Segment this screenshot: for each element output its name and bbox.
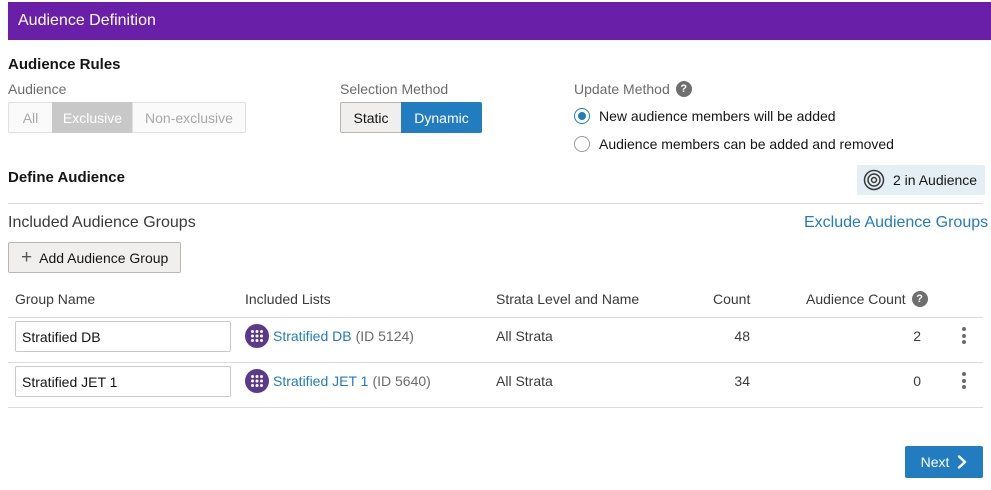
- count-cell: 34: [734, 373, 750, 389]
- list-grid-icon: [245, 324, 269, 348]
- strata-cell: All Strata: [496, 328, 553, 344]
- group-name-input[interactable]: Stratified JET 1: [15, 366, 231, 397]
- column-header-group-name: Group Name: [15, 291, 96, 307]
- audience-rules-title: Audience Rules: [8, 56, 121, 73]
- add-audience-group-label: Add Audience Group: [39, 249, 169, 266]
- radio-checked-icon[interactable]: [574, 108, 590, 124]
- selection-option-dynamic[interactable]: Dynamic: [401, 102, 482, 133]
- help-icon[interactable]: ?: [675, 81, 692, 97]
- audience-label: Audience: [8, 81, 67, 97]
- list-id: (ID 5124): [355, 328, 414, 344]
- included-list-cell: Stratified JET 1 (ID 5640): [245, 369, 431, 393]
- audience-count-badge: 2 in Audience: [857, 165, 986, 195]
- column-header-audience-count: Audience Count ?: [806, 291, 928, 307]
- column-header-count: Count: [713, 291, 751, 307]
- divider: [8, 362, 983, 363]
- plus-icon: +: [21, 247, 33, 268]
- column-header-audience-count-label: Audience Count: [806, 291, 906, 307]
- target-icon: [863, 169, 885, 191]
- column-header-strata: Strata Level and Name: [496, 291, 640, 307]
- page-title: Audience Definition: [18, 12, 156, 29]
- audience-segmented-control: All Exclusive Non-exclusive: [8, 102, 246, 133]
- audience-option-non-exclusive[interactable]: Non-exclusive: [132, 102, 246, 133]
- list-grid-icon: [245, 369, 269, 393]
- selection-method-label: Selection Method: [340, 81, 449, 97]
- help-icon[interactable]: ?: [911, 291, 928, 307]
- selection-option-static[interactable]: Static: [340, 102, 402, 133]
- add-audience-group-button[interactable]: + Add Audience Group: [8, 242, 182, 273]
- radio-unchecked-icon[interactable]: [574, 136, 590, 152]
- list-id: (ID 5640): [372, 373, 431, 389]
- define-audience-title: Define Audience: [8, 169, 125, 186]
- divider: [8, 203, 983, 204]
- update-radio-added[interactable]: New audience members will be added: [574, 108, 836, 124]
- row-actions-kebab-icon[interactable]: [962, 327, 966, 347]
- chevron-right-icon: [958, 455, 967, 469]
- next-button[interactable]: Next: [905, 446, 983, 478]
- list-link[interactable]: Stratified DB: [273, 328, 352, 344]
- column-header-included-lists: Included Lists: [245, 291, 331, 307]
- divider: [8, 317, 983, 318]
- audience-count-badge-text: 2 in Audience: [893, 172, 978, 188]
- included-groups-title: Included Audience Groups: [8, 214, 196, 231]
- included-list-cell: Stratified DB (ID 5124): [245, 324, 414, 348]
- next-button-label: Next: [920, 454, 950, 470]
- update-radio-added-label: New audience members will be added: [599, 108, 836, 124]
- list-link[interactable]: Stratified JET 1: [273, 373, 368, 389]
- selection-method-segmented-control: Static Dynamic: [340, 102, 482, 133]
- audience-option-exclusive[interactable]: Exclusive: [52, 102, 133, 133]
- row-actions-kebab-icon[interactable]: [962, 372, 966, 392]
- audience-option-all[interactable]: All: [8, 102, 53, 133]
- group-name-input[interactable]: Stratified DB: [15, 321, 231, 352]
- divider: [8, 407, 983, 408]
- update-method-label: Update Method: [574, 81, 670, 97]
- strata-cell: All Strata: [496, 373, 553, 389]
- update-method-label-row: Update Method ?: [574, 81, 692, 97]
- update-radio-added-removed[interactable]: Audience members can be added and remove…: [574, 136, 894, 152]
- page-header: Audience Definition: [8, 2, 991, 40]
- count-cell: 48: [734, 328, 750, 344]
- audience-count-cell: 0: [913, 373, 921, 389]
- exclude-audience-groups-link[interactable]: Exclude Audience Groups: [804, 214, 988, 232]
- update-radio-added-removed-label: Audience members can be added and remove…: [599, 136, 894, 152]
- audience-count-cell: 2: [913, 328, 921, 344]
